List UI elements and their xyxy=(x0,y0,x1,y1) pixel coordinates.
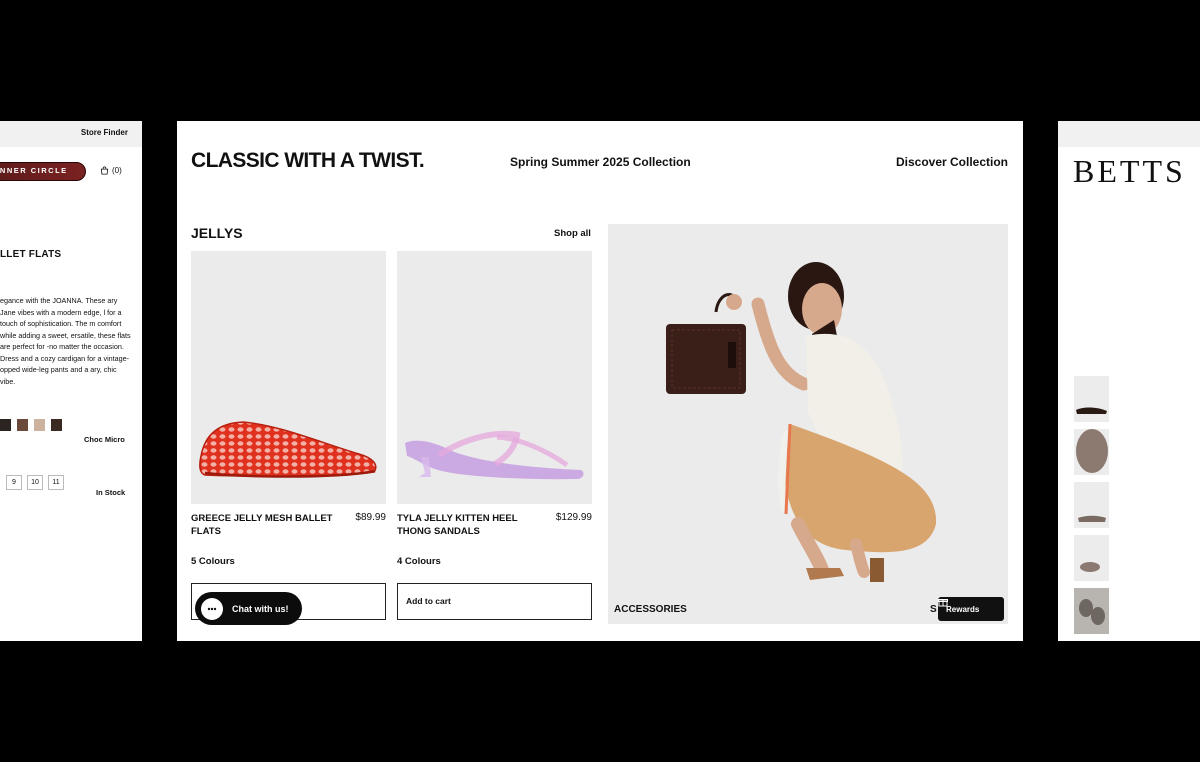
left-product-panel: Store Finder INNER CIRCLE (0) LLET FLATS… xyxy=(0,121,142,641)
product-name[interactable]: TYLA JELLY KITTEN HEEL THONG SANDALS xyxy=(397,512,547,538)
shop-all-link[interactable]: Shop all xyxy=(554,228,591,239)
product-image[interactable] xyxy=(191,251,386,504)
gallery-thumbnail[interactable] xyxy=(1074,535,1109,581)
size-option[interactable]: 11 xyxy=(48,475,64,490)
accessories-feature[interactable]: ACCESSORIES S Rewards xyxy=(608,224,1008,624)
rewards-button[interactable]: Rewards xyxy=(938,597,1004,621)
size-option[interactable]: 10 xyxy=(27,475,43,490)
size-selector: 9 10 11 xyxy=(6,475,64,490)
top-utility-bar xyxy=(1058,121,1200,147)
chat-bubble-icon xyxy=(201,597,223,620)
product-image[interactable] xyxy=(397,251,592,504)
model-photo xyxy=(666,262,937,582)
product-card: GREECE JELLY MESH BALLET FLATS $89.99 5 … xyxy=(191,251,386,620)
cart-button[interactable]: (0) xyxy=(100,166,122,175)
discover-collection-link[interactable]: Discover Collection xyxy=(896,155,1008,169)
main-collection-panel: CLASSIC WITH A TWIST. Spring Summer 2025… xyxy=(177,121,1023,641)
color-swatch[interactable] xyxy=(34,419,45,431)
cart-count: (0) xyxy=(112,166,122,175)
product-card: TYLA JELLY KITTEN HEEL THONG SANDALS $12… xyxy=(397,251,592,620)
product-description: egance with the JOANNA. These ary Jane v… xyxy=(0,296,131,386)
stock-status: In Stock xyxy=(96,488,126,497)
right-brand-panel: BETTS xyxy=(1058,121,1200,641)
color-swatch[interactable] xyxy=(17,419,28,431)
product-name[interactable]: GREECE JELLY MESH BALLET FLATS xyxy=(191,512,341,538)
chat-label: Chat with us! xyxy=(232,603,289,614)
brand-logo[interactable]: BETTS xyxy=(1073,153,1186,190)
section-title: JELLYS xyxy=(191,225,243,241)
color-swatches xyxy=(0,419,62,431)
inner-circle-button[interactable]: INNER CIRCLE xyxy=(0,162,86,181)
gallery-thumbnail[interactable] xyxy=(1074,376,1109,422)
feature-shop-link[interactable]: S xyxy=(930,604,937,615)
gallery-thumbnail[interactable] xyxy=(1074,429,1109,475)
top-utility-bar: Store Finder xyxy=(0,121,142,147)
feature-label[interactable]: ACCESSORIES xyxy=(614,604,687,615)
gallery-thumbnail[interactable] xyxy=(1074,588,1109,634)
gift-icon xyxy=(938,599,948,607)
size-option[interactable]: 9 xyxy=(6,475,22,490)
color-swatch[interactable] xyxy=(0,419,11,431)
product-price: $129.99 xyxy=(555,512,592,523)
chat-widget-button[interactable]: Chat with us! xyxy=(195,592,302,625)
product-colours: 5 Colours xyxy=(191,556,235,567)
rewards-label: Rewards xyxy=(946,604,980,614)
mesh-flat-image xyxy=(199,421,377,478)
bag-icon xyxy=(100,166,109,175)
sandal-image xyxy=(405,430,584,480)
product-colours: 4 Colours xyxy=(397,556,441,567)
gallery-thumbnail[interactable] xyxy=(1074,482,1109,528)
add-to-cart-button[interactable]: Add to cart xyxy=(397,583,592,620)
store-finder-link[interactable]: Store Finder xyxy=(81,128,128,137)
page-title: CLASSIC WITH A TWIST. xyxy=(191,149,425,172)
collection-subtitle: Spring Summer 2025 Collection xyxy=(510,155,691,169)
color-swatch[interactable] xyxy=(51,419,62,431)
product-price: $89.99 xyxy=(355,512,386,523)
selected-color-name: Choc Micro xyxy=(84,435,125,444)
thumbnail-gallery xyxy=(1074,376,1109,641)
product-title: LLET FLATS xyxy=(0,249,62,260)
